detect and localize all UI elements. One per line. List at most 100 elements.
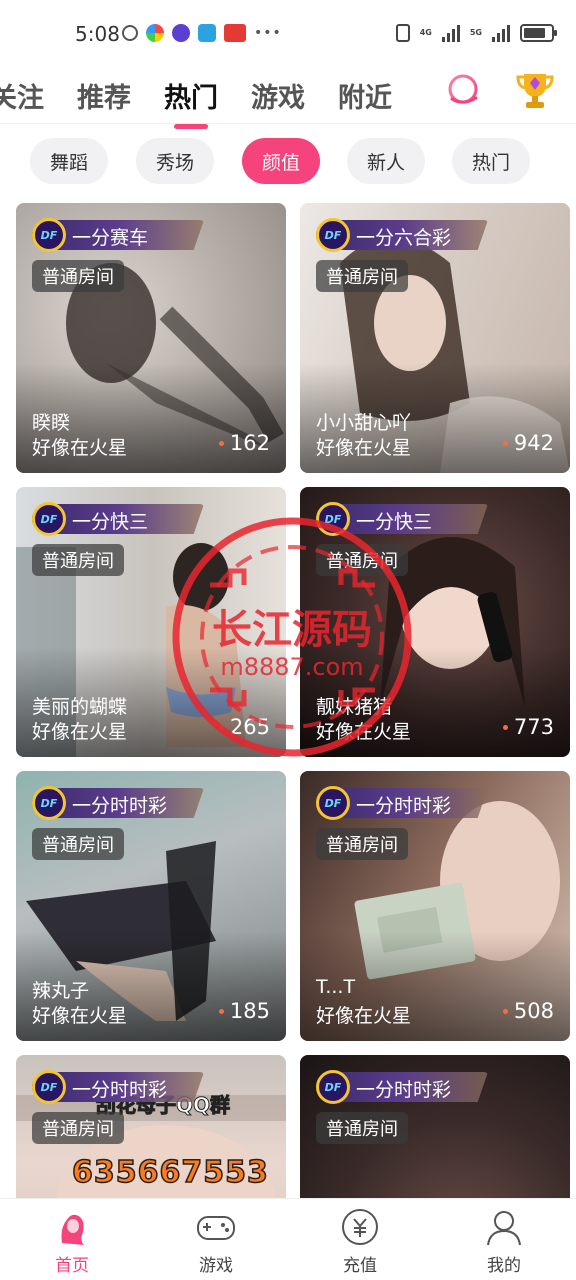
top-tabs: 关注 推荐 热门 游戏 附近	[0, 66, 425, 129]
pill-looks[interactable]: 颜值	[242, 138, 320, 184]
tab-follow[interactable]: 关注	[0, 76, 44, 115]
category-pills: 舞蹈 秀场 颜值 新人 热门	[0, 134, 576, 186]
game-logo-icon: DF	[316, 502, 350, 536]
room-type-badge: 普通房间	[316, 544, 408, 576]
app-badge-icon	[224, 24, 246, 42]
gamepad-icon	[197, 1216, 235, 1240]
pill-hot[interactable]: 热门	[452, 138, 530, 184]
streamer-location: 好像在火星	[32, 721, 128, 743]
viewer-count: 942	[502, 431, 554, 455]
game-name: 一分时时彩	[356, 795, 452, 817]
streamer-name: 辣丸子	[32, 980, 90, 1002]
room-card[interactable]: DF 一分时时彩 普通房间 辣丸子 好像在火星 185	[16, 771, 286, 1041]
streamer-location: 好像在火星	[316, 437, 412, 459]
room-type-badge: 普通房间	[32, 544, 124, 576]
pill-show[interactable]: 秀场	[136, 138, 214, 184]
viewer-count: 508	[502, 999, 554, 1023]
room-card[interactable]: 刮花母子QQ群 635667553 DF 一分时时彩 普通房间	[16, 1055, 286, 1200]
room-type-badge: 普通房间	[32, 260, 124, 292]
live-dot-icon	[218, 1008, 224, 1014]
yuan-coin-icon	[342, 1209, 378, 1245]
viewer-count-value: 162	[229, 431, 270, 455]
trophy-icon[interactable]	[514, 70, 556, 110]
network-label-4g: 4G	[419, 28, 432, 37]
streamer-name: 睽睽	[32, 412, 71, 434]
nav-games-label: 游戏	[199, 1256, 233, 1276]
qq-group-number: 635667553	[71, 1154, 269, 1191]
game-logo-icon: DF	[32, 502, 66, 536]
nav-recharge-label: 充值	[343, 1256, 377, 1276]
home-avatar-icon	[61, 1214, 84, 1245]
telegram-icon	[198, 24, 216, 42]
bolt-icon	[122, 25, 138, 41]
system-icons: 4G 5G	[395, 24, 557, 42]
live-dot-icon	[502, 724, 508, 730]
room-type-badge: 普通房间	[316, 1112, 408, 1144]
viewer-count-value: 185	[229, 999, 270, 1023]
game-name: 一分时时彩	[356, 1079, 452, 1101]
top-navigation: 关注 推荐 热门 游戏 附近	[0, 66, 576, 129]
streamer-name: 小小甜心吖	[316, 412, 412, 434]
battery-icon	[520, 24, 557, 42]
room-card[interactable]: DF 一分时时彩 普通房间	[300, 1055, 570, 1200]
viewer-count: 162	[218, 431, 270, 455]
streamer-location: 好像在火星	[316, 1005, 412, 1027]
live-dot-icon	[502, 440, 508, 446]
room-type-badge: 普通房间	[316, 260, 408, 292]
infinity-icon	[172, 24, 190, 42]
nav-home-label: 首页	[55, 1256, 89, 1276]
viewer-count-value: 508	[513, 999, 554, 1023]
notification-icons: •••	[122, 24, 282, 42]
game-logo-icon: DF	[32, 1070, 66, 1104]
game-logo-icon: DF	[32, 786, 66, 820]
signal-icon	[492, 24, 510, 42]
game-name: 一分时时彩	[72, 1079, 168, 1101]
streamer-location: 好像在火星	[32, 1005, 128, 1027]
more-dots-icon: •••	[254, 25, 282, 41]
room-type-badge: 普通房间	[316, 828, 408, 860]
signal-icon	[441, 24, 460, 42]
pill-new[interactable]: 新人	[347, 138, 425, 184]
vibrate-icon	[395, 24, 410, 42]
room-card[interactable]: DF 一分时时彩 普通房间 T...T 好像在火星 508	[300, 771, 570, 1041]
room-type-badge: 普通房间	[32, 828, 124, 860]
pill-dance[interactable]: 舞蹈	[30, 138, 108, 184]
nav-games[interactable]: 游戏	[166, 1199, 266, 1280]
color-wheel-icon	[146, 24, 164, 42]
viewer-count: 265	[218, 715, 270, 739]
streamer-location: 好像在火星	[316, 721, 412, 743]
tab-recommend[interactable]: 推荐	[77, 76, 131, 115]
search-icon[interactable]	[446, 72, 482, 108]
nav-recharge[interactable]: 充值	[310, 1199, 410, 1280]
game-name: 一分六合彩	[356, 227, 452, 249]
nav-home[interactable]: 首页	[22, 1199, 122, 1280]
live-dot-icon	[502, 1008, 508, 1014]
game-logo-icon: DF	[32, 218, 66, 252]
viewer-count-value: 265	[229, 715, 270, 739]
game-name: 一分快三	[72, 511, 149, 533]
tab-nearby[interactable]: 附近	[338, 76, 392, 115]
game-name: 一分赛车	[72, 227, 149, 249]
user-icon	[487, 1211, 521, 1246]
tab-games[interactable]: 游戏	[251, 76, 305, 115]
room-card[interactable]: DF 一分快三 普通房间 美丽的蝴蝶 好像在火星 265	[16, 487, 286, 757]
room-card[interactable]: DF 一分赛车 普通房间 睽睽 好像在火星 162	[16, 203, 286, 473]
streamer-name: T...T	[316, 976, 356, 998]
tab-hot[interactable]: 热门	[164, 76, 218, 129]
room-card[interactable]: DF 一分快三 普通房间 靓妹猪猪 好像在火星 773	[300, 487, 570, 757]
status-bar: 5:08 ••• 4G 5G	[0, 0, 576, 70]
room-card[interactable]: DF 一分六合彩 普通房间 小小甜心吖 好像在火星 942	[300, 203, 570, 473]
nav-profile[interactable]: 我的	[454, 1199, 554, 1280]
room-feed: DF 一分赛车 普通房间 睽睽 好像在火星 162 DF 一分六合彩 普通房间 …	[0, 200, 576, 1200]
game-logo-icon: DF	[316, 218, 350, 252]
nav-profile-label: 我的	[487, 1256, 521, 1276]
bottom-navigation: 首页 游戏 充值 我的	[0, 1198, 576, 1280]
streamer-name: 美丽的蝴蝶	[32, 696, 128, 718]
game-logo-icon: DF	[316, 1070, 350, 1104]
status-time: 5:08	[75, 22, 120, 46]
live-dot-icon	[218, 440, 224, 446]
viewer-count: 773	[502, 715, 554, 739]
viewer-count: 185	[218, 999, 270, 1023]
game-name: 一分快三	[356, 511, 433, 533]
network-label-5g: 5G	[469, 28, 482, 37]
